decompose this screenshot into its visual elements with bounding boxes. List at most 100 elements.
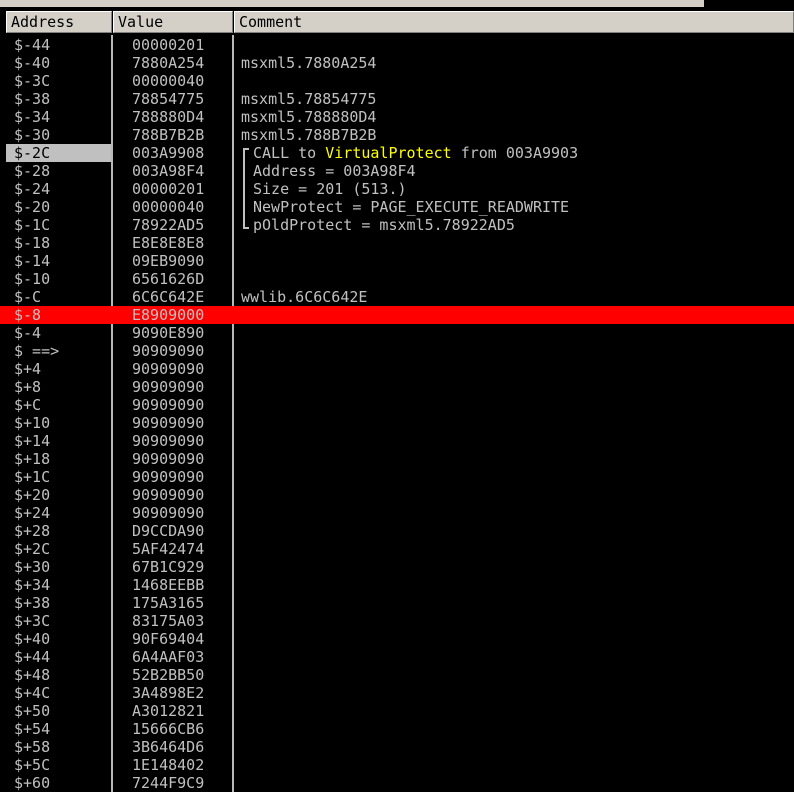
- stack-comment: msxml5.7880A254: [241, 54, 377, 72]
- stack-address: $+54: [14, 720, 51, 738]
- stack-address: $-30: [14, 126, 51, 144]
- stack-value: 00000040: [132, 72, 205, 90]
- stack-address: $+30: [14, 558, 51, 576]
- stack-row[interactable]: $-C 6C6C642E wwlib.6C6C642E: [0, 288, 794, 306]
- stack-value: 5AF42474: [132, 540, 205, 558]
- stack-comment: pOldProtect = msxml5.78922AD5: [253, 216, 515, 234]
- stack-value: 90909090: [132, 468, 205, 486]
- stack-value: 6561626D: [132, 270, 205, 288]
- stack-row[interactable]: $+5C 1E148402: [0, 756, 794, 774]
- stack-row[interactable]: $+40 90F69404: [0, 630, 794, 648]
- stack-address: $-18: [14, 234, 51, 252]
- stack-address: $-C: [14, 288, 42, 306]
- stack-row[interactable]: $-10 6561626D: [0, 270, 794, 288]
- stack-row[interactable]: $+4 90909090: [0, 360, 794, 378]
- stack-address: $+1C: [14, 468, 51, 486]
- stack-row[interactable]: $+50 A3012821: [0, 702, 794, 720]
- stack-row[interactable]: $-3C 00000040: [0, 72, 794, 90]
- stack-address: $+14: [14, 432, 51, 450]
- comment-text: CALL to: [253, 144, 326, 162]
- stack-row[interactable]: $+48 52B2BB50: [0, 666, 794, 684]
- stack-row[interactable]: $+14 90909090: [0, 432, 794, 450]
- stack-row[interactable]: $+20 90909090: [0, 486, 794, 504]
- stack-row[interactable]: $-44 00000201: [0, 36, 794, 54]
- api-name: VirtualProtect: [325, 144, 452, 162]
- stack-value: 1468EEBB: [132, 576, 205, 594]
- stack-address: $+8: [14, 378, 42, 396]
- address-column-header[interactable]: Address: [6, 11, 112, 33]
- stack-address: $ ==>: [14, 342, 60, 360]
- stack-address: $+24: [14, 504, 51, 522]
- stack-row[interactable]: $ ==> 90909090: [0, 342, 794, 360]
- stack-address: $-2C: [14, 144, 51, 162]
- stack-row[interactable]: $+4C 3A4898E2: [0, 684, 794, 702]
- stack-row[interactable]: $+28 D9CCDA90: [0, 522, 794, 540]
- stack-value: 90909090: [132, 486, 205, 504]
- stack-address: $-10: [14, 270, 51, 288]
- stack-row[interactable]: $+10 90909090: [0, 414, 794, 432]
- stack-address: $+C: [14, 396, 42, 414]
- stack-value: D9CCDA90: [132, 522, 205, 540]
- stack-comment: msxml5.78854775: [241, 90, 377, 108]
- stack-address: $-8: [14, 306, 42, 324]
- stack-row[interactable]: $+60 7244F9C9: [0, 774, 794, 792]
- stack-address: $+2C: [14, 540, 51, 558]
- stack-row[interactable]: $-30 788B7B2B msxml5.788B7B2B: [0, 126, 794, 144]
- stack-row[interactable]: $+2C 5AF42474: [0, 540, 794, 558]
- stack-address: $+5C: [14, 756, 51, 774]
- stack-address: $-14: [14, 252, 51, 270]
- stack-address: $-44: [14, 36, 51, 54]
- stack-address: $+50: [14, 702, 51, 720]
- comment-column-header[interactable]: Comment: [234, 11, 794, 33]
- stack-value: 00000040: [132, 198, 205, 216]
- stack-row[interactable]: $+58 3B6464D6: [0, 738, 794, 756]
- stack-value: E8E8E8E8: [132, 234, 205, 252]
- stack-value: 1E148402: [132, 756, 205, 774]
- call-bracket: [241, 198, 251, 216]
- stack-row[interactable]: $-4 9090E890: [0, 324, 794, 342]
- stack-row[interactable]: $+54 15666CB6: [0, 720, 794, 738]
- stack-row[interactable]: $-24 00000201 Size = 201 (513.): [0, 180, 794, 198]
- stack-row[interactable]: $+1C 90909090: [0, 468, 794, 486]
- stack-row[interactable]: $+24 90909090: [0, 504, 794, 522]
- stack-value: 6C6C642E: [132, 288, 205, 306]
- stack-comment: Size = 201 (513.): [253, 180, 407, 198]
- stack-value: 7880A254: [132, 54, 205, 72]
- stack-row[interactable]: $-40 7880A254 msxml5.7880A254: [0, 54, 794, 72]
- stack-row[interactable]: $+34 1468EEBB: [0, 576, 794, 594]
- stack-row[interactable]: $-38 78854775 msxml5.78854775: [0, 90, 794, 108]
- stack-row[interactable]: $+38 175A3165: [0, 594, 794, 612]
- stack-address: $-40: [14, 54, 51, 72]
- stack-address: $-20: [14, 198, 51, 216]
- stack-row[interactable]: $+8 90909090: [0, 378, 794, 396]
- stack-row[interactable]: $-14 09EB9090: [0, 252, 794, 270]
- stack-value: 00000201: [132, 180, 205, 198]
- stack-row[interactable]: $-20 00000040 NewProtect = PAGE_EXECUTE_RE…: [0, 198, 794, 216]
- stack-address: $+44: [14, 648, 51, 666]
- stack-row[interactable]: $+18 90909090: [0, 450, 794, 468]
- stack-row[interactable]: $+30 67B1C929: [0, 558, 794, 576]
- stack-row[interactable]: $-34 788880D4 msxml5.788880D4: [0, 108, 794, 126]
- stack-row[interactable]: $+44 6A4AAF03: [0, 648, 794, 666]
- stack-value: 90909090: [132, 360, 205, 378]
- value-column-header[interactable]: Value: [113, 11, 233, 33]
- stack-address: $+38: [14, 594, 51, 612]
- column-header: Address Value Comment: [0, 11, 794, 35]
- stack-rows: $-44 00000201 $-40 7880A254 msxml5.7880A254 $…: [0, 36, 794, 792]
- stack-row[interactable]: $+3C 83175A03: [0, 612, 794, 630]
- stack-row[interactable]: $-8 E8909000: [0, 306, 794, 324]
- stack-row[interactable]: $-1C 78922AD5 pOldProtect = msxml5.78922AD…: [0, 216, 794, 234]
- stack-row[interactable]: $-28 003A98F4 Address = 003A98F4: [0, 162, 794, 180]
- call-bracket: [241, 162, 251, 180]
- stack-row[interactable]: $-18 E8E8E8E8: [0, 234, 794, 252]
- stack-value: 90909090: [132, 450, 205, 468]
- stack-row[interactable]: $+C 90909090: [0, 396, 794, 414]
- stack-address: $+28: [14, 522, 51, 540]
- stack-value: 7244F9C9: [132, 774, 205, 792]
- stack-value: A3012821: [132, 702, 205, 720]
- stack-value: 67B1C929: [132, 558, 205, 576]
- stack-address: $-1C: [14, 216, 51, 234]
- stack-value: 78922AD5: [132, 216, 205, 234]
- stack-row[interactable]: $-2C 003A9908 CALL to VirtualProtect from …: [0, 144, 794, 162]
- stack-value: 15666CB6: [132, 720, 205, 738]
